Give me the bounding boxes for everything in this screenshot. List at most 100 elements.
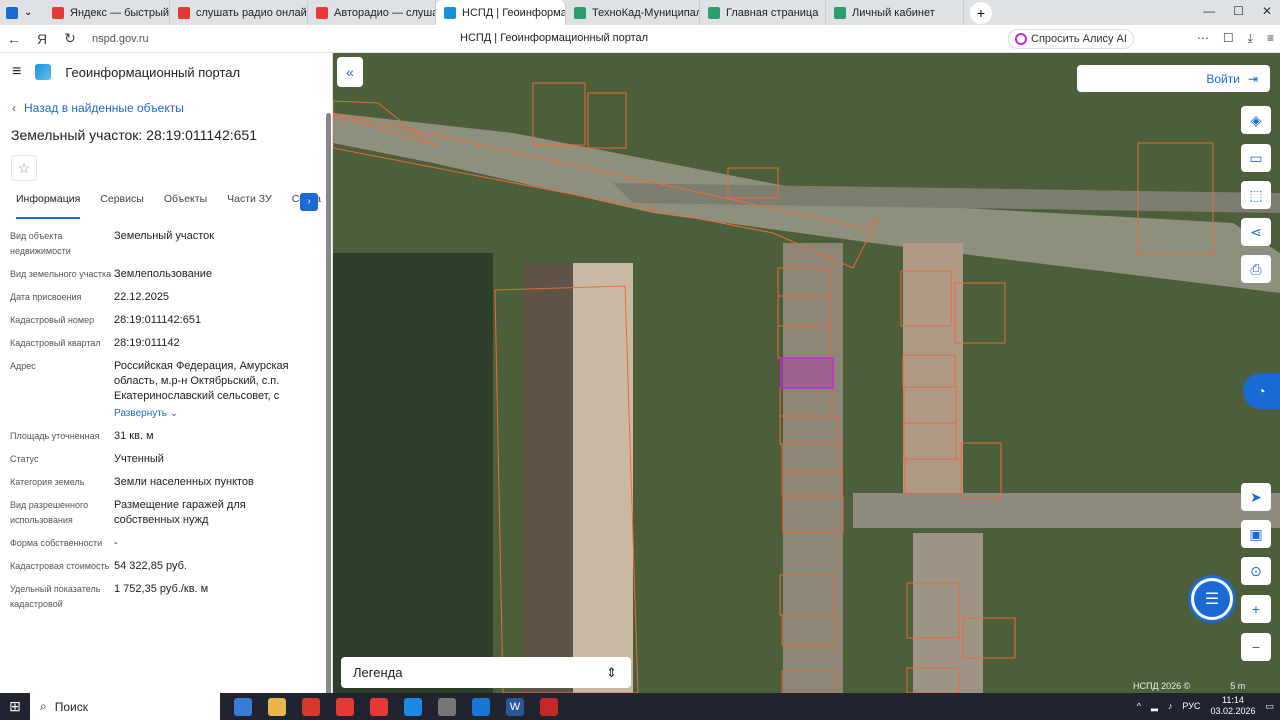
app-icon[interactable]	[540, 697, 558, 716]
close-icon[interactable]: ✕	[1262, 4, 1272, 18]
collapse-panel-button[interactable]: «	[337, 57, 363, 87]
url-field[interactable]: nspd.gov.ru	[92, 33, 149, 45]
map-area[interactable]: « Войти ⇥ ◈ ▭ ⬚ ⋖ ⎙ ◔ ➤ ▣ ⊙ + − ☰ Легенд…	[333, 53, 1280, 693]
zoom-out-button[interactable]: −	[1241, 633, 1271, 661]
network-icon[interactable]: ▂	[1151, 701, 1158, 712]
browser-tab[interactable]: слушать радио онлайн —✕	[170, 0, 308, 25]
page-title: НСПД | Геоинформационный портал	[460, 32, 649, 44]
selected-parcel[interactable]	[780, 357, 834, 389]
tab-item[interactable]: Части ЗУ	[227, 193, 272, 219]
yandex-icon[interactable]	[370, 697, 388, 716]
search-icon: ⌕	[40, 699, 47, 713]
expand-address-link[interactable]: Развернуть ⌄	[114, 406, 314, 421]
tab-label: НСПД | Геоинформац	[462, 6, 566, 19]
minimap-button[interactable]: ▣	[1241, 520, 1271, 548]
task-view-icon[interactable]	[234, 697, 252, 716]
legend-dropdown[interactable]: Легенда ⇕	[341, 657, 631, 688]
select-area-button[interactable]: ⬚	[1241, 181, 1271, 209]
print-button[interactable]: ⎙	[1241, 255, 1271, 283]
taskbar-search[interactable]: ⌕ Поиск	[30, 693, 220, 720]
clock[interactable]: 11:14 03.02.2026	[1210, 695, 1255, 717]
attribute-row: Статус Учтенный	[0, 452, 332, 467]
tab-item[interactable]: Объекты	[164, 193, 207, 219]
attribute-value: 31 кв. м	[114, 430, 154, 442]
tab-info[interactable]: Информация	[16, 193, 81, 219]
chat-button[interactable]: ☰	[1191, 578, 1233, 620]
tab-label: Личный кабинет	[852, 6, 935, 19]
app-icon[interactable]	[302, 697, 320, 716]
login-label: Войти	[1206, 71, 1240, 86]
attribute-label: Форма собственности	[10, 538, 103, 548]
windows-start-icon[interactable]: ⊞	[0, 693, 30, 720]
share-button[interactable]: ⋖	[1241, 218, 1271, 246]
portal-logo-icon	[35, 64, 52, 80]
yandex-icon[interactable]: Я	[28, 31, 56, 47]
browser-tab[interactable]: Яндекс — быстрый поиск✕	[44, 0, 170, 25]
reload-icon[interactable]: ↻	[56, 30, 84, 47]
geolocate-button[interactable]: ➤	[1241, 483, 1271, 511]
back-arrow-icon[interactable]: ←	[0, 31, 28, 47]
edge-icon[interactable]	[404, 697, 422, 716]
attribute-row: Форма собственности -	[0, 536, 332, 551]
attribute-list: Вид объекта недвижимости Земельный участо…	[0, 229, 332, 612]
attribute-value: Размещение гаражей для собственных нужд	[114, 499, 246, 526]
assistant-tab[interactable]: ◔	[1243, 373, 1280, 409]
tab-favicon-icon	[708, 6, 720, 19]
building-roof	[573, 263, 633, 693]
attribute-row: Дата присвоения 22.12.2025	[0, 290, 332, 305]
attribute-label: Удельный показатель кадастровой	[10, 584, 101, 609]
file-explorer-icon[interactable]	[268, 697, 286, 716]
language-indicator[interactable]: РУС	[1182, 701, 1200, 711]
browser-tab[interactable]: ТехноКад-Муниципалит	[566, 0, 700, 25]
system-tray: ^ ▂ ♪ РУС 11:14 03.02.2026 ▭	[1137, 695, 1274, 717]
attribute-value: 28:19:011142:651	[114, 314, 202, 326]
yandex-browser-icon[interactable]	[336, 697, 354, 716]
panel-scrollbar[interactable]	[326, 113, 331, 693]
new-tab-button[interactable]: +	[970, 1, 992, 24]
layers-button[interactable]: ◈	[1241, 106, 1271, 134]
alice-icon	[1015, 33, 1027, 45]
zoom-in-button[interactable]: +	[1241, 595, 1271, 623]
building	[903, 243, 963, 503]
alice-button[interactable]: Спросить Алису AI	[1008, 29, 1134, 49]
tabs-scroll-right-icon[interactable]: ›	[300, 193, 318, 211]
tab-favicon-icon	[444, 6, 456, 19]
attribute-value: 22.12.2025	[114, 291, 170, 303]
building	[913, 533, 983, 693]
search-location-button[interactable]: ⊙	[1241, 557, 1271, 585]
ruler-button[interactable]: ▭	[1241, 144, 1271, 172]
tray-chevron-icon[interactable]: ^	[1137, 701, 1141, 711]
browser-tab[interactable]: НСПД | Геоинформац✕	[436, 0, 566, 25]
login-button[interactable]: Войти ⇥	[1077, 65, 1270, 92]
browser-tab[interactable]: Авторадио — слуша✕	[308, 0, 436, 25]
photo-app-icon[interactable]	[438, 697, 456, 716]
speaker-icon[interactable]	[6, 6, 18, 19]
tab-item[interactable]: Сервисы	[100, 193, 144, 219]
hamburger-icon[interactable]: ≡	[12, 63, 21, 81]
browser-tab[interactable]: Главная страница	[700, 0, 826, 25]
minimize-icon[interactable]: —	[1203, 4, 1215, 18]
tab-label: Яндекс — быстрый поиск	[70, 6, 170, 19]
maximize-icon[interactable]: ☐	[1233, 4, 1244, 18]
attribute-row: Вид объекта недвижимости Земельный участо…	[0, 229, 332, 259]
extensions-icon[interactable]: ⋯	[1197, 31, 1209, 46]
bookmark-icon[interactable]: ☐	[1223, 31, 1234, 46]
attribute-value: Учтенный	[114, 453, 164, 465]
taskbar-apps: W	[234, 697, 558, 716]
tab-controls: ⌄	[0, 6, 44, 19]
back-link[interactable]: ‹ Назад в найденные объекты	[12, 101, 332, 115]
browser-tab[interactable]: Личный кабинет	[826, 0, 964, 25]
layers-icon: ◈	[1250, 111, 1262, 128]
app-icon[interactable]	[472, 697, 490, 716]
volume-icon[interactable]: ♪	[1168, 701, 1173, 711]
downloads-icon[interactable]: ⤓	[1248, 31, 1253, 46]
favorite-button[interactable]: ☆	[11, 155, 37, 181]
attribute-value: -	[114, 537, 118, 549]
chevron-down-icon[interactable]: ⌄	[24, 7, 32, 19]
star-icon: ☆	[17, 159, 31, 176]
word-icon[interactable]: W	[506, 697, 524, 716]
notifications-icon[interactable]: ▭	[1265, 701, 1274, 712]
attribute-label: Категория земель	[10, 477, 85, 487]
attribute-row: Площадь уточненная 31 кв. м	[0, 429, 332, 444]
menu-icon[interactable]: ≡	[1267, 31, 1274, 46]
